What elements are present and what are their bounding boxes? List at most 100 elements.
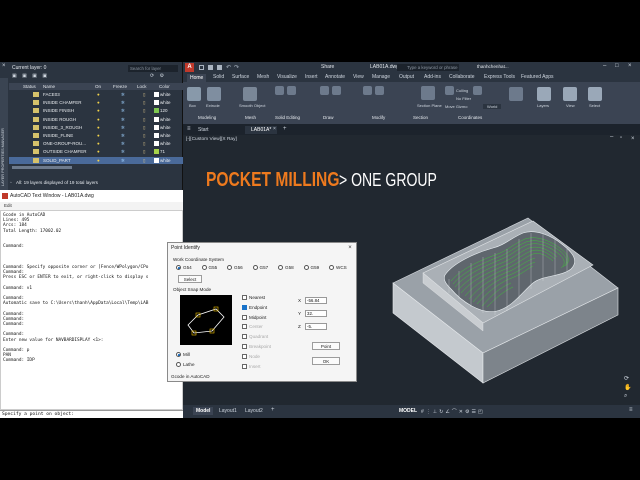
close-icon[interactable]: × [628,63,632,69]
layers-icon[interactable] [537,87,551,101]
command-prompt[interactable]: Specify a point on object: [0,410,183,418]
menu-icon[interactable]: ≡ [187,126,191,132]
group-mesh[interactable]: Mesh [245,115,256,120]
bulb-icon[interactable]: ● [97,99,100,106]
share-button[interactable]: Share [321,64,334,70]
tab-layout1[interactable]: Layout1 [219,408,237,414]
group-modeling[interactable]: Modeling [198,115,216,120]
layer-row[interactable]: INSIDE_3_ROUGH ● ✲ ▯ white [9,124,183,131]
solid-edit-icon-2[interactable] [287,86,296,95]
text-window-menu-edit[interactable]: Edit [0,202,183,210]
minimize-icon[interactable]: – [603,63,606,69]
mode-mill-radio[interactable] [176,352,181,357]
snap-checkbox-midpoint[interactable] [242,314,247,320]
sun-icon[interactable]: ✲ [121,157,125,164]
layer-row[interactable]: ONE-GROUP-ROU... ● ✲ ▯ white [9,140,183,147]
model-space-button[interactable]: MODEL [399,408,417,414]
y-field[interactable]: 32. [305,310,327,317]
save-icon[interactable] [217,65,222,70]
color-swatch[interactable] [154,100,159,106]
color-swatch[interactable] [154,108,159,114]
tab-visualize[interactable]: Visualize [277,74,297,80]
status-toggles[interactable]: #⋮⊥↻∠⌒✕⚙☰◰ [421,408,485,415]
tab-layout2[interactable]: Layout2 [245,408,263,414]
wcs-radio-g57[interactable] [252,265,258,270]
add-layout-icon[interactable]: + [271,407,275,413]
snap-checkbox-center[interactable] [242,324,247,330]
new-icon[interactable] [199,65,204,70]
draw-icon[interactable] [320,86,329,95]
lock-icon[interactable]: ▯ [143,99,145,106]
pan-icon[interactable]: ✋ [624,384,631,391]
tab-start[interactable]: Start [198,127,209,133]
layer-filter-icon[interactable]: ◦ [10,180,12,186]
group-draw[interactable]: Draw [323,115,334,120]
color-swatch[interactable] [154,157,159,163]
sun-icon[interactable]: ✲ [121,124,125,131]
sun-icon[interactable]: ✲ [121,91,125,98]
tab-model[interactable]: Model [193,407,214,415]
col-freeze[interactable]: Freeze [113,83,127,90]
culling-icon[interactable] [445,86,454,95]
panel-close-icon[interactable]: × [2,63,6,69]
tab-express-tools[interactable]: Express Tools [484,74,515,80]
wcs-radio-g54[interactable] [176,265,181,270]
bulb-icon[interactable]: ● [97,140,100,147]
tab-collaborate[interactable]: Collaborate [449,74,475,80]
new-tab-icon[interactable]: + [283,126,287,132]
tab-solid[interactable]: Solid [213,74,224,80]
world-dropdown[interactable]: World [483,104,502,109]
section-plane-icon[interactable] [421,86,435,100]
smooth-object-icon[interactable] [243,87,257,101]
move-gizmo-label[interactable]: Move Gizmo [445,104,467,109]
view-icon[interactable] [563,87,577,101]
no-filter-label[interactable]: No Filter [456,96,471,101]
customize-icon[interactable]: ≡ [629,407,633,413]
wcs-radio-g58[interactable] [278,265,283,270]
navigation-bar[interactable]: ⟳ ✋ ⌕ [624,375,634,403]
sun-icon[interactable]: ✲ [121,99,125,106]
lock-icon[interactable]: ▯ [143,132,145,139]
zoom-icon[interactable]: ⌕ [624,393,627,400]
layer-row[interactable]: INSIDE_FLINE ● ✲ ▯ white [9,132,183,139]
minimize-viewport-icon[interactable]: – [610,134,613,140]
layer-row[interactable]: SOLID_PART ● ✲ ▯ white [9,156,183,164]
color-swatch[interactable] [154,141,159,147]
modify-icon[interactable] [363,86,372,95]
tab-output[interactable]: Output [399,74,414,80]
tab-mesh[interactable]: Mesh [257,74,269,80]
draw-icon-2[interactable] [332,86,341,95]
bulb-icon[interactable]: ● [97,116,100,123]
dialog-close-icon[interactable]: × [345,243,355,253]
bulb-icon[interactable]: ● [97,132,100,139]
sun-icon[interactable]: ✲ [121,148,125,155]
sun-icon[interactable]: ✲ [121,132,125,139]
color-swatch[interactable] [154,133,159,138]
col-on[interactable]: On [95,83,101,90]
command-history[interactable]: Gcode in AutoCAD Lines: 495 Arcs: 184 Total… [0,210,183,410]
snap-checkbox-breakpoint[interactable] [242,344,247,349]
color-swatch[interactable] [154,116,159,122]
wcs-radio-wcs[interactable] [329,265,334,270]
modify-icon-2[interactable] [375,86,384,95]
box-icon[interactable] [187,87,201,101]
color-swatch[interactable] [154,149,159,155]
bulb-icon[interactable]: ● [97,91,100,98]
select-button[interactable]: Select [178,275,202,283]
snap-checkbox-insert[interactable] [242,363,247,369]
redo-icon[interactable]: ↷ [234,64,239,71]
open-icon[interactable] [208,65,213,70]
col-status[interactable]: Status [23,83,36,90]
orbit-icon[interactable]: ⟳ [624,375,629,382]
tab-add-ins[interactable]: Add-ins [424,74,441,80]
pocket-part-model[interactable] [383,203,623,393]
viewport-controls[interactable]: [-][Custom View][X Ray] [186,137,237,142]
tab-home[interactable]: Home [187,74,207,82]
col-color[interactable]: Color [159,83,170,90]
layer-row[interactable]: INSIDE ROUGH ● ✲ ▯ white [9,116,183,123]
tab-annotate[interactable]: Annotate [325,74,345,80]
color-swatch[interactable] [154,92,159,97]
coordinates-icon[interactable] [473,86,482,95]
snap-checkbox-quadrant[interactable] [242,334,247,340]
sun-icon[interactable]: ✲ [121,116,125,123]
